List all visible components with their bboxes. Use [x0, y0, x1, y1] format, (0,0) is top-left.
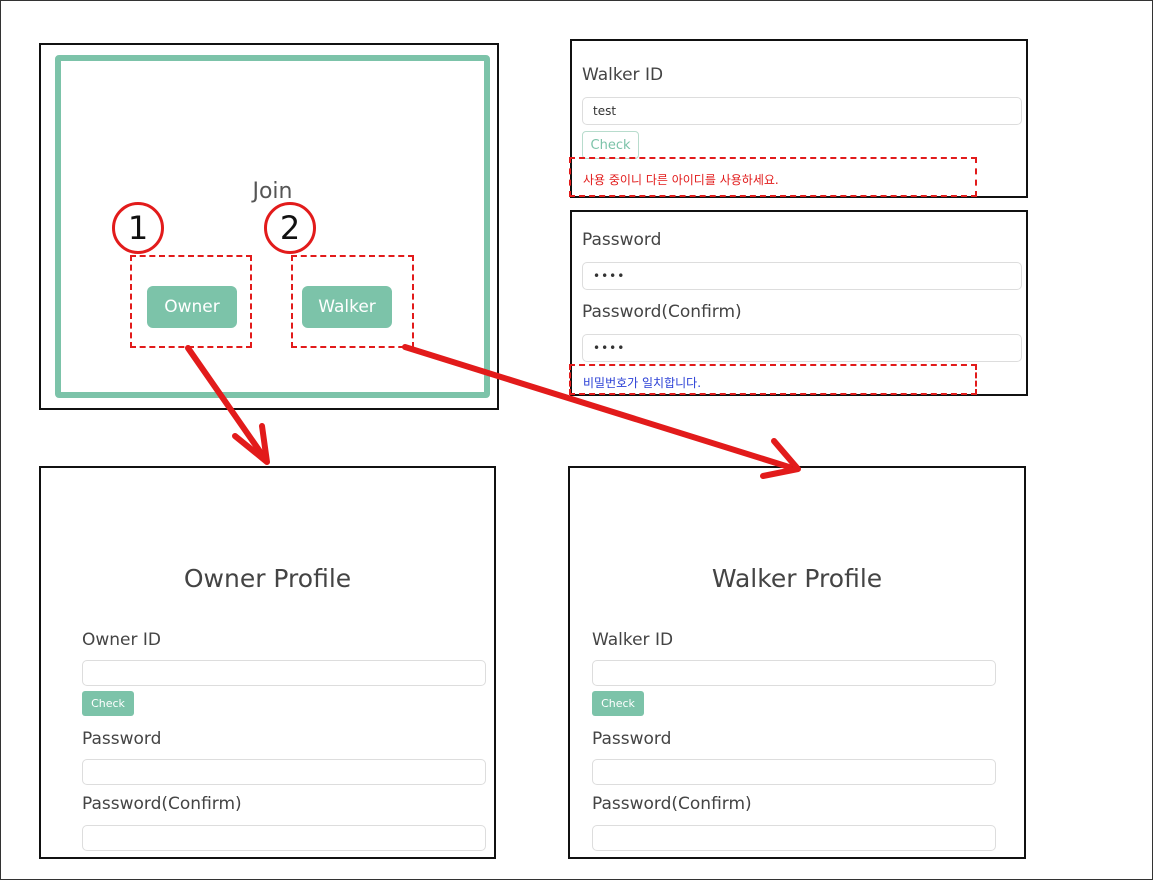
owner-button-highlight	[130, 255, 252, 348]
walker-button-highlight	[291, 255, 414, 348]
owner-password-input[interactable]	[82, 759, 486, 785]
walker-password-confirm-label: Password(Confirm)	[592, 794, 752, 814]
walker-profile-title: Walker Profile	[711, 564, 883, 593]
owner-id-input[interactable]	[82, 660, 486, 686]
check-button[interactable]: Check	[582, 131, 639, 159]
walker-id-label: Walker ID	[582, 65, 664, 85]
walker-password-input[interactable]	[592, 759, 996, 785]
id-message-highlight	[569, 157, 977, 197]
owner-profile-title: Owner Profile	[183, 564, 352, 593]
walker-check-button[interactable]: Check	[592, 691, 644, 716]
owner-password-label: Password	[82, 729, 162, 749]
walker-password-label: Password	[592, 729, 672, 749]
owner-id-label: Owner ID	[82, 630, 162, 650]
owner-check-button[interactable]: Check	[82, 691, 134, 716]
owner-password-confirm-input[interactable]	[82, 825, 486, 851]
walker-id-input[interactable]	[592, 660, 996, 686]
password-input[interactable]: ••••	[582, 262, 1022, 290]
step-1-marker: 1	[112, 202, 164, 254]
walker-id-input[interactable]: test	[582, 97, 1022, 125]
step-2-marker: 2	[264, 202, 316, 254]
owner-password-confirm-label: Password(Confirm)	[82, 794, 242, 814]
screenshot-canvas: Join Walker ID test Check 사용 중이니 다른 아이디를…	[0, 0, 1153, 880]
password-confirm-input[interactable]: ••••	[582, 334, 1022, 362]
walker-profile-panel: Walker Profile Walker ID Check Password …	[568, 466, 1026, 859]
password-label: Password	[582, 230, 662, 250]
join-title: Join	[252, 179, 293, 204]
walker-id-label: Walker ID	[592, 630, 674, 650]
password-message-highlight	[569, 364, 977, 395]
walker-password-confirm-input[interactable]	[592, 825, 996, 851]
owner-profile-panel: Owner Profile Owner ID Check Password Pa…	[39, 466, 496, 859]
password-confirm-label: Password(Confirm)	[582, 302, 742, 322]
